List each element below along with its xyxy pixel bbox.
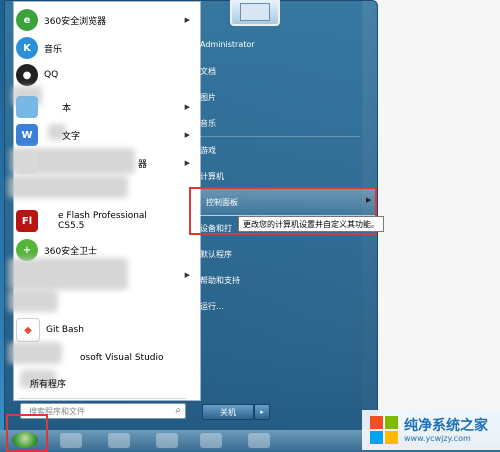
watermark-url: www.ycwjzy.com (404, 433, 471, 443)
right-item-default-programs[interactable]: 默认程序 (200, 249, 232, 260)
right-item-music[interactable]: 音乐 (200, 118, 216, 129)
git-icon: ◆ (16, 318, 40, 342)
watermark: 纯净系统之家 www.ycwjzy.com (362, 410, 500, 450)
taskbar-app-icon[interactable] (248, 433, 270, 448)
taskbar-app-icon[interactable] (60, 433, 82, 448)
submenu-arrow-icon: ▶ (184, 103, 190, 111)
program-blurred-1[interactable]: 器 ▶ (16, 150, 194, 176)
vs-icon (16, 347, 38, 369)
submenu-arrow-icon: ▶ (184, 16, 190, 24)
penguin-icon: ● (16, 64, 38, 86)
divider (200, 136, 360, 137)
user-picture[interactable] (230, 0, 280, 26)
flash-icon: Fl (16, 210, 38, 232)
chevron-right-icon: ▶ (366, 196, 372, 204)
notepad-icon (16, 96, 38, 118)
browser-icon: e (16, 9, 38, 31)
program-flash-professional[interactable]: Fl e Flash Professional CS5.5 (16, 206, 194, 236)
windows-logo-icon (370, 416, 398, 444)
program-360-browser[interactable]: e 360安全浏览器 ▶ (16, 7, 194, 33)
right-item-pictures[interactable]: 图片 (200, 92, 216, 103)
program-blurred-2[interactable]: ▶ (16, 262, 194, 288)
program-git-bash[interactable]: ◆ Git Bash (16, 317, 194, 343)
watermark-title: 纯净系统之家 (404, 417, 488, 434)
submenu-arrow-icon: ▶ (184, 131, 190, 139)
all-programs[interactable]: 所有程序 (30, 370, 208, 396)
program-visual-studio[interactable]: osoft Visual Studio (16, 345, 194, 371)
submenu-arrow-icon: ▶ (184, 159, 190, 167)
program-wps-writer[interactable]: W 文字 ▶ (16, 122, 194, 148)
right-item-run[interactable]: 运行... (200, 301, 224, 312)
search-icon: ⌕ (175, 405, 181, 416)
word-icon: W (16, 124, 38, 146)
background-window (362, 0, 500, 410)
right-item-help[interactable]: 帮助和支持 (200, 275, 240, 286)
taskbar-app-icon[interactable] (108, 433, 130, 448)
annotation-box-start (6, 414, 48, 452)
right-item-games[interactable]: 游戏 (200, 145, 216, 156)
taskbar-app-icon[interactable] (156, 433, 178, 448)
taskbar-app-icon[interactable] (200, 433, 222, 448)
right-item-devices[interactable]: 设备和打 (200, 223, 232, 234)
divider (18, 398, 186, 399)
program-notepad[interactable]: 本 ▶ (16, 94, 194, 120)
program-qq[interactable]: ● QQ (16, 62, 194, 88)
submenu-arrow-icon: ▶ (184, 271, 190, 279)
shutdown-options-button[interactable]: ▸ (254, 404, 270, 420)
program-music[interactable]: K 音乐 (16, 35, 194, 61)
music-icon: K (16, 37, 38, 59)
right-item-documents[interactable]: 文档 (200, 66, 216, 77)
right-item-computer[interactable]: 计算机 (200, 171, 224, 182)
app-icon (16, 152, 38, 174)
monitor-icon (240, 3, 270, 21)
control-panel-tooltip: 更改您的计算机设置并自定义其功能。 (238, 216, 384, 232)
shutdown-button[interactable]: 关机 (202, 404, 254, 420)
right-item-user[interactable]: Administrator (200, 40, 255, 49)
